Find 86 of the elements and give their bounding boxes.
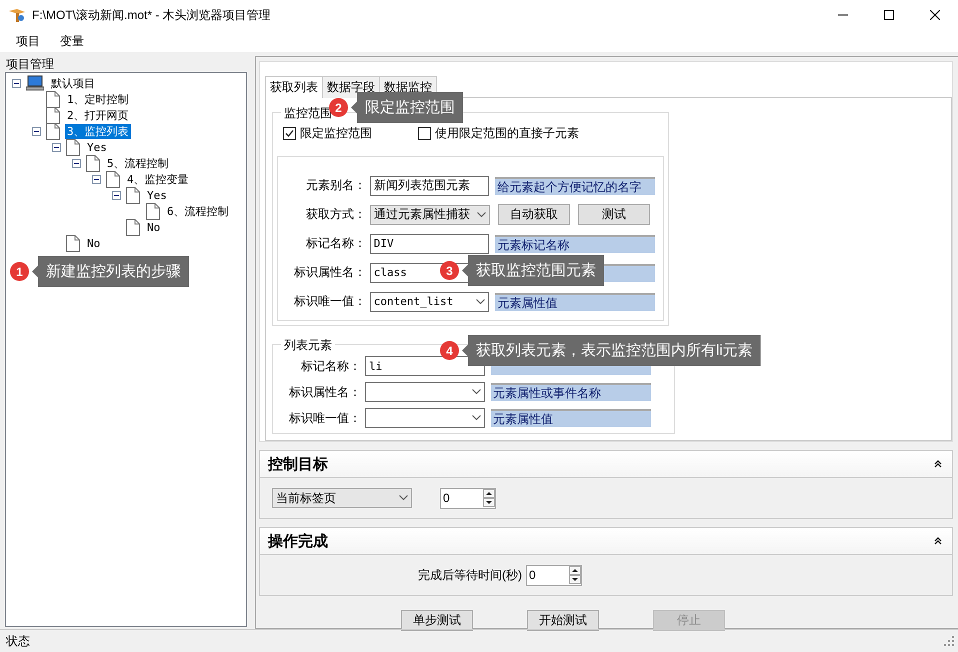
callout-tooltip: 获取列表元素，表示监控范围内所有li元素 (462, 335, 761, 366)
spin-field[interactable]: 0 (526, 564, 582, 586)
checkbox[interactable] (418, 127, 431, 140)
tree-item[interactable]: 3、监控列表 (65, 124, 131, 138)
document-icon (66, 138, 80, 156)
field-label: 标识唯一值： (292, 293, 366, 310)
chevron-down-icon (399, 495, 408, 501)
tab[interactable]: 获取列表 (265, 76, 323, 98)
hint-text: 给元素起个方便记忆的名字 (495, 176, 655, 194)
collapse-toggle-icon[interactable] (72, 158, 84, 168)
menu-item[interactable]: 项目 (16, 32, 40, 50)
callout-tooltip: 获取监控范围元素 (462, 255, 604, 286)
tree-item[interactable]: 4、监控变量 (125, 172, 191, 186)
document-icon (126, 186, 140, 204)
field-label: 标记名称： (300, 358, 361, 374)
input-field[interactable]: DIV (370, 234, 490, 254)
document-icon (106, 170, 120, 188)
document-icon (46, 122, 60, 140)
computer-icon (26, 75, 44, 91)
field-label: 完成后等待时间(秒) (418, 566, 522, 584)
document-icon (146, 202, 160, 220)
combo-field[interactable] (365, 408, 485, 428)
tree-item[interactable]: 2、打开网页 (65, 108, 131, 122)
document-icon (46, 90, 60, 108)
callout-tooltip: 新建监控列表的步骤 (32, 256, 189, 287)
tree-item[interactable]: 1、定时控制 (65, 92, 131, 106)
input-field[interactable]: li (365, 356, 485, 376)
spin-arrows-icon[interactable] (483, 489, 495, 507)
tree-item[interactable]: Yes (85, 140, 109, 154)
field-label: 元素别名： (304, 177, 366, 194)
group-legend: 列表元素 (281, 337, 335, 354)
checkbox-label: 使用限定范围的直接子元素 (435, 125, 579, 142)
hint-text: 元素属性或事件名称 (491, 383, 651, 401)
collapse-icon[interactable] (934, 537, 942, 545)
section-title: 控制目标 (268, 454, 328, 474)
close-icon[interactable] (930, 10, 940, 20)
spin-arrows-icon[interactable] (569, 566, 581, 584)
action-button[interactable]: 测试 (578, 204, 650, 225)
collapse-toggle-icon[interactable] (32, 126, 44, 136)
menu-item[interactable]: 变量 (60, 32, 84, 50)
app-logo-icon (8, 7, 26, 23)
checkbox-label: 限定监控范围 (300, 125, 372, 142)
field-label: 标识属性名： (292, 264, 366, 281)
chevron-down-icon (476, 298, 486, 304)
document-icon (66, 234, 80, 252)
tree-item[interactable]: 默认项目 (49, 76, 97, 90)
callout-tooltip: 限定监控范围 (351, 92, 463, 123)
field-label: 标识唯一值： (288, 410, 361, 426)
field-label: 标记名称： (304, 235, 366, 252)
collapse-toggle-icon[interactable] (52, 142, 64, 152)
window-title: F:\MOT\滚动新闻.mot* - 木头浏览器项目管理 (32, 6, 271, 24)
action-button[interactable]: 开始测试 (527, 610, 599, 631)
tree-item[interactable]: No (85, 236, 102, 250)
combo-field[interactable]: content_list (370, 292, 490, 312)
collapse-toggle-icon[interactable] (112, 190, 124, 200)
tree-item[interactable]: 5、流程控制 (105, 156, 171, 170)
maximize-icon[interactable] (884, 10, 894, 20)
dropdown[interactable]: 通过元素属性捕获 (370, 204, 490, 224)
field-label: 获取方式： (305, 206, 366, 223)
chevron-down-icon (472, 389, 481, 395)
chevron-down-icon (477, 212, 486, 218)
tree-item[interactable]: No (145, 220, 162, 234)
combo-field[interactable] (365, 382, 485, 402)
collapse-toggle-icon[interactable] (12, 78, 24, 88)
panel-title: 项目管理 (5, 56, 55, 72)
field-label: 标识属性名： (288, 384, 361, 400)
action-button[interactable]: 自动获取 (498, 204, 570, 225)
hint-text: 元素标记名称 (495, 234, 655, 252)
document-icon (126, 218, 140, 236)
document-icon (86, 154, 100, 172)
input-field[interactable]: 新闻列表范围元素 (370, 176, 490, 196)
document-icon (46, 106, 60, 124)
tree-item[interactable]: 6、流程控制 (165, 204, 231, 218)
dropdown[interactable]: 当前标签页 (272, 488, 412, 508)
hint-text: 元素属性值 (495, 292, 655, 310)
hint-text: 元素属性值 (491, 409, 651, 427)
status-text: 状态 (6, 632, 30, 650)
tree-item[interactable]: Yes (145, 188, 169, 202)
section-title: 操作完成 (268, 532, 328, 550)
checkbox[interactable] (283, 127, 296, 140)
collapse-icon[interactable] (934, 460, 942, 468)
spin-field[interactable]: 0 (440, 488, 496, 508)
collapse-toggle-icon[interactable] (92, 174, 104, 184)
chevron-down-icon (472, 415, 481, 421)
resize-grip-icon[interactable] (944, 636, 954, 646)
action-button[interactable]: 单步测试 (401, 610, 473, 631)
